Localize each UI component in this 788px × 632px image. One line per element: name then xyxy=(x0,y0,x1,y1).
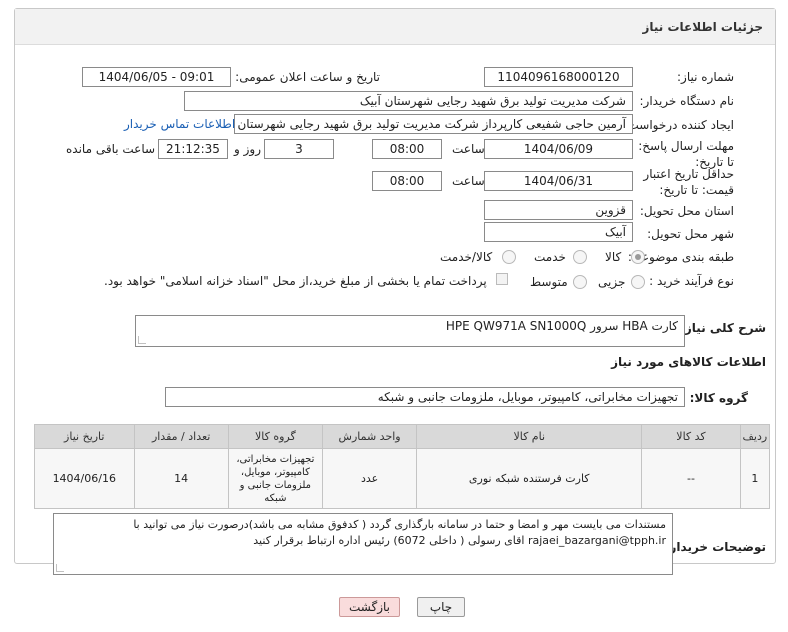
buyer-org-field: شرکت مدیریت تولید برق شهید رجایی شهرستان… xyxy=(184,91,633,111)
purchase-minor-radio[interactable] xyxy=(631,275,645,289)
buyer-notes-line-1: مستندات می بایست مهر و امضا و حتما در سا… xyxy=(133,518,666,531)
announce-field: 1404/06/05 - 09:01 xyxy=(82,67,231,87)
summary-text: کارت HBA سرور HPE QW971A SN1000Q xyxy=(445,319,678,333)
deadline-time-field: 08:00 xyxy=(372,139,442,159)
purchase-minor-label: جزیی xyxy=(598,275,626,289)
cell-qty: 14 xyxy=(133,448,229,509)
purchase-type-label: نوع فرآیند خرید : xyxy=(649,274,734,288)
col-group: گروه کالا xyxy=(227,424,323,449)
requester-label: ایجاد کننده درخواست: xyxy=(623,118,734,132)
purchase-medium-radio[interactable] xyxy=(573,275,587,289)
requester-field: آرمین حاجی شفیعی کارپرداز شرکت مدیریت تو… xyxy=(234,114,633,134)
days-field: 3 xyxy=(264,139,334,159)
goods-table: ردیف کد کالا نام کالا واحد شمارش گروه کا… xyxy=(34,424,771,509)
treasury-checkbox[interactable] xyxy=(496,273,508,285)
goods-section-title: اطلاعات کالاهای مورد نیاز xyxy=(611,355,766,369)
treasury-note: پرداخت تمام یا بخشی از مبلغ خرید،از محل … xyxy=(104,274,487,288)
province-label: استان محل تحویل: xyxy=(639,204,734,218)
validity-time-label: ساعت xyxy=(452,174,485,188)
city-label: شهر محل تحویل: xyxy=(647,227,734,241)
announce-label: تاریخ و ساعت اعلان عمومی: xyxy=(235,70,380,84)
remaining-label: ساعت باقی مانده xyxy=(66,142,156,156)
buyer-contact-link[interactable]: اطلاعات تماس خریدار xyxy=(124,117,235,131)
goods-group-label: گروه کالا: xyxy=(689,391,748,405)
category-service-label: خدمت xyxy=(534,250,566,264)
deadline-date-field: 1404/06/09 xyxy=(484,139,633,159)
city-field: آبیک xyxy=(484,222,633,242)
panel-title: جزئیات اطلاعات نیاز xyxy=(15,9,775,45)
col-row: ردیف xyxy=(739,424,771,449)
need-number-field: 1104096168000120 xyxy=(484,67,633,87)
category-goods-radio[interactable] xyxy=(631,250,645,264)
summary-label: شرح کلی نیاز: xyxy=(680,321,766,335)
buyer-notes-label: توضیحات خریدار: xyxy=(664,540,766,554)
print-button[interactable]: چاپ xyxy=(417,597,465,617)
col-code: کد کالا xyxy=(641,424,741,449)
remaining-time-field: 21:12:35 xyxy=(158,139,228,159)
col-date: تاریخ نیاز xyxy=(34,424,135,449)
resize-grip-icon[interactable] xyxy=(56,564,64,572)
category-service-radio[interactable] xyxy=(573,250,587,264)
cell-name: کارت فرستنده شبکه نوری xyxy=(416,448,643,509)
cell-group: تجهیزات مخابراتی، کامپیوتر، موبایل، ملزو… xyxy=(227,448,323,509)
cell-code: -- xyxy=(641,448,741,509)
back-button[interactable]: بازگشت xyxy=(339,597,400,617)
goods-group-field: تجهیزات مخابراتی، کامپیوتر، موبایل، ملزو… xyxy=(165,387,685,407)
category-both-label: کالا/خدمت xyxy=(440,250,493,264)
category-both-radio[interactable] xyxy=(502,250,516,264)
buyer-org-label: نام دستگاه خریدار: xyxy=(639,94,735,108)
buyer-notes-line-2: rajaei_bazargani@tpph.ir اقای رسولی ( دا… xyxy=(253,534,666,547)
province-field: قزوین xyxy=(484,200,633,220)
col-name: نام کالا xyxy=(416,424,643,449)
category-goods-label: کالا xyxy=(605,250,622,264)
summary-field: کارت HBA سرور HPE QW971A SN1000Q xyxy=(135,315,685,347)
purchase-medium-label: متوسط xyxy=(530,275,568,289)
resize-grip-icon[interactable] xyxy=(138,336,146,344)
cell-unit: عدد xyxy=(321,448,418,509)
cell-date: 1404/06/16 xyxy=(34,448,135,509)
cell-row: 1 xyxy=(739,448,771,509)
days-label: روز و xyxy=(234,142,261,156)
col-unit: واحد شمارش xyxy=(321,424,418,449)
need-number-label: شماره نیاز: xyxy=(677,70,734,84)
validity-time-field: 08:00 xyxy=(372,171,442,191)
validity-date-field: 1404/06/31 xyxy=(484,171,633,191)
deadline-time-label: ساعت xyxy=(452,142,485,156)
col-qty: تعداد / مقدار xyxy=(133,424,229,449)
table-row: 1 -- کارت فرستنده شبکه نوری عدد تجهیزات … xyxy=(34,448,771,509)
buyer-notes-field: مستندات می بایست مهر و امضا و حتما در سا… xyxy=(53,513,673,575)
validity-label: حداقل تاریخ اعتبار قیمت: تا تاریخ: xyxy=(643,167,734,197)
